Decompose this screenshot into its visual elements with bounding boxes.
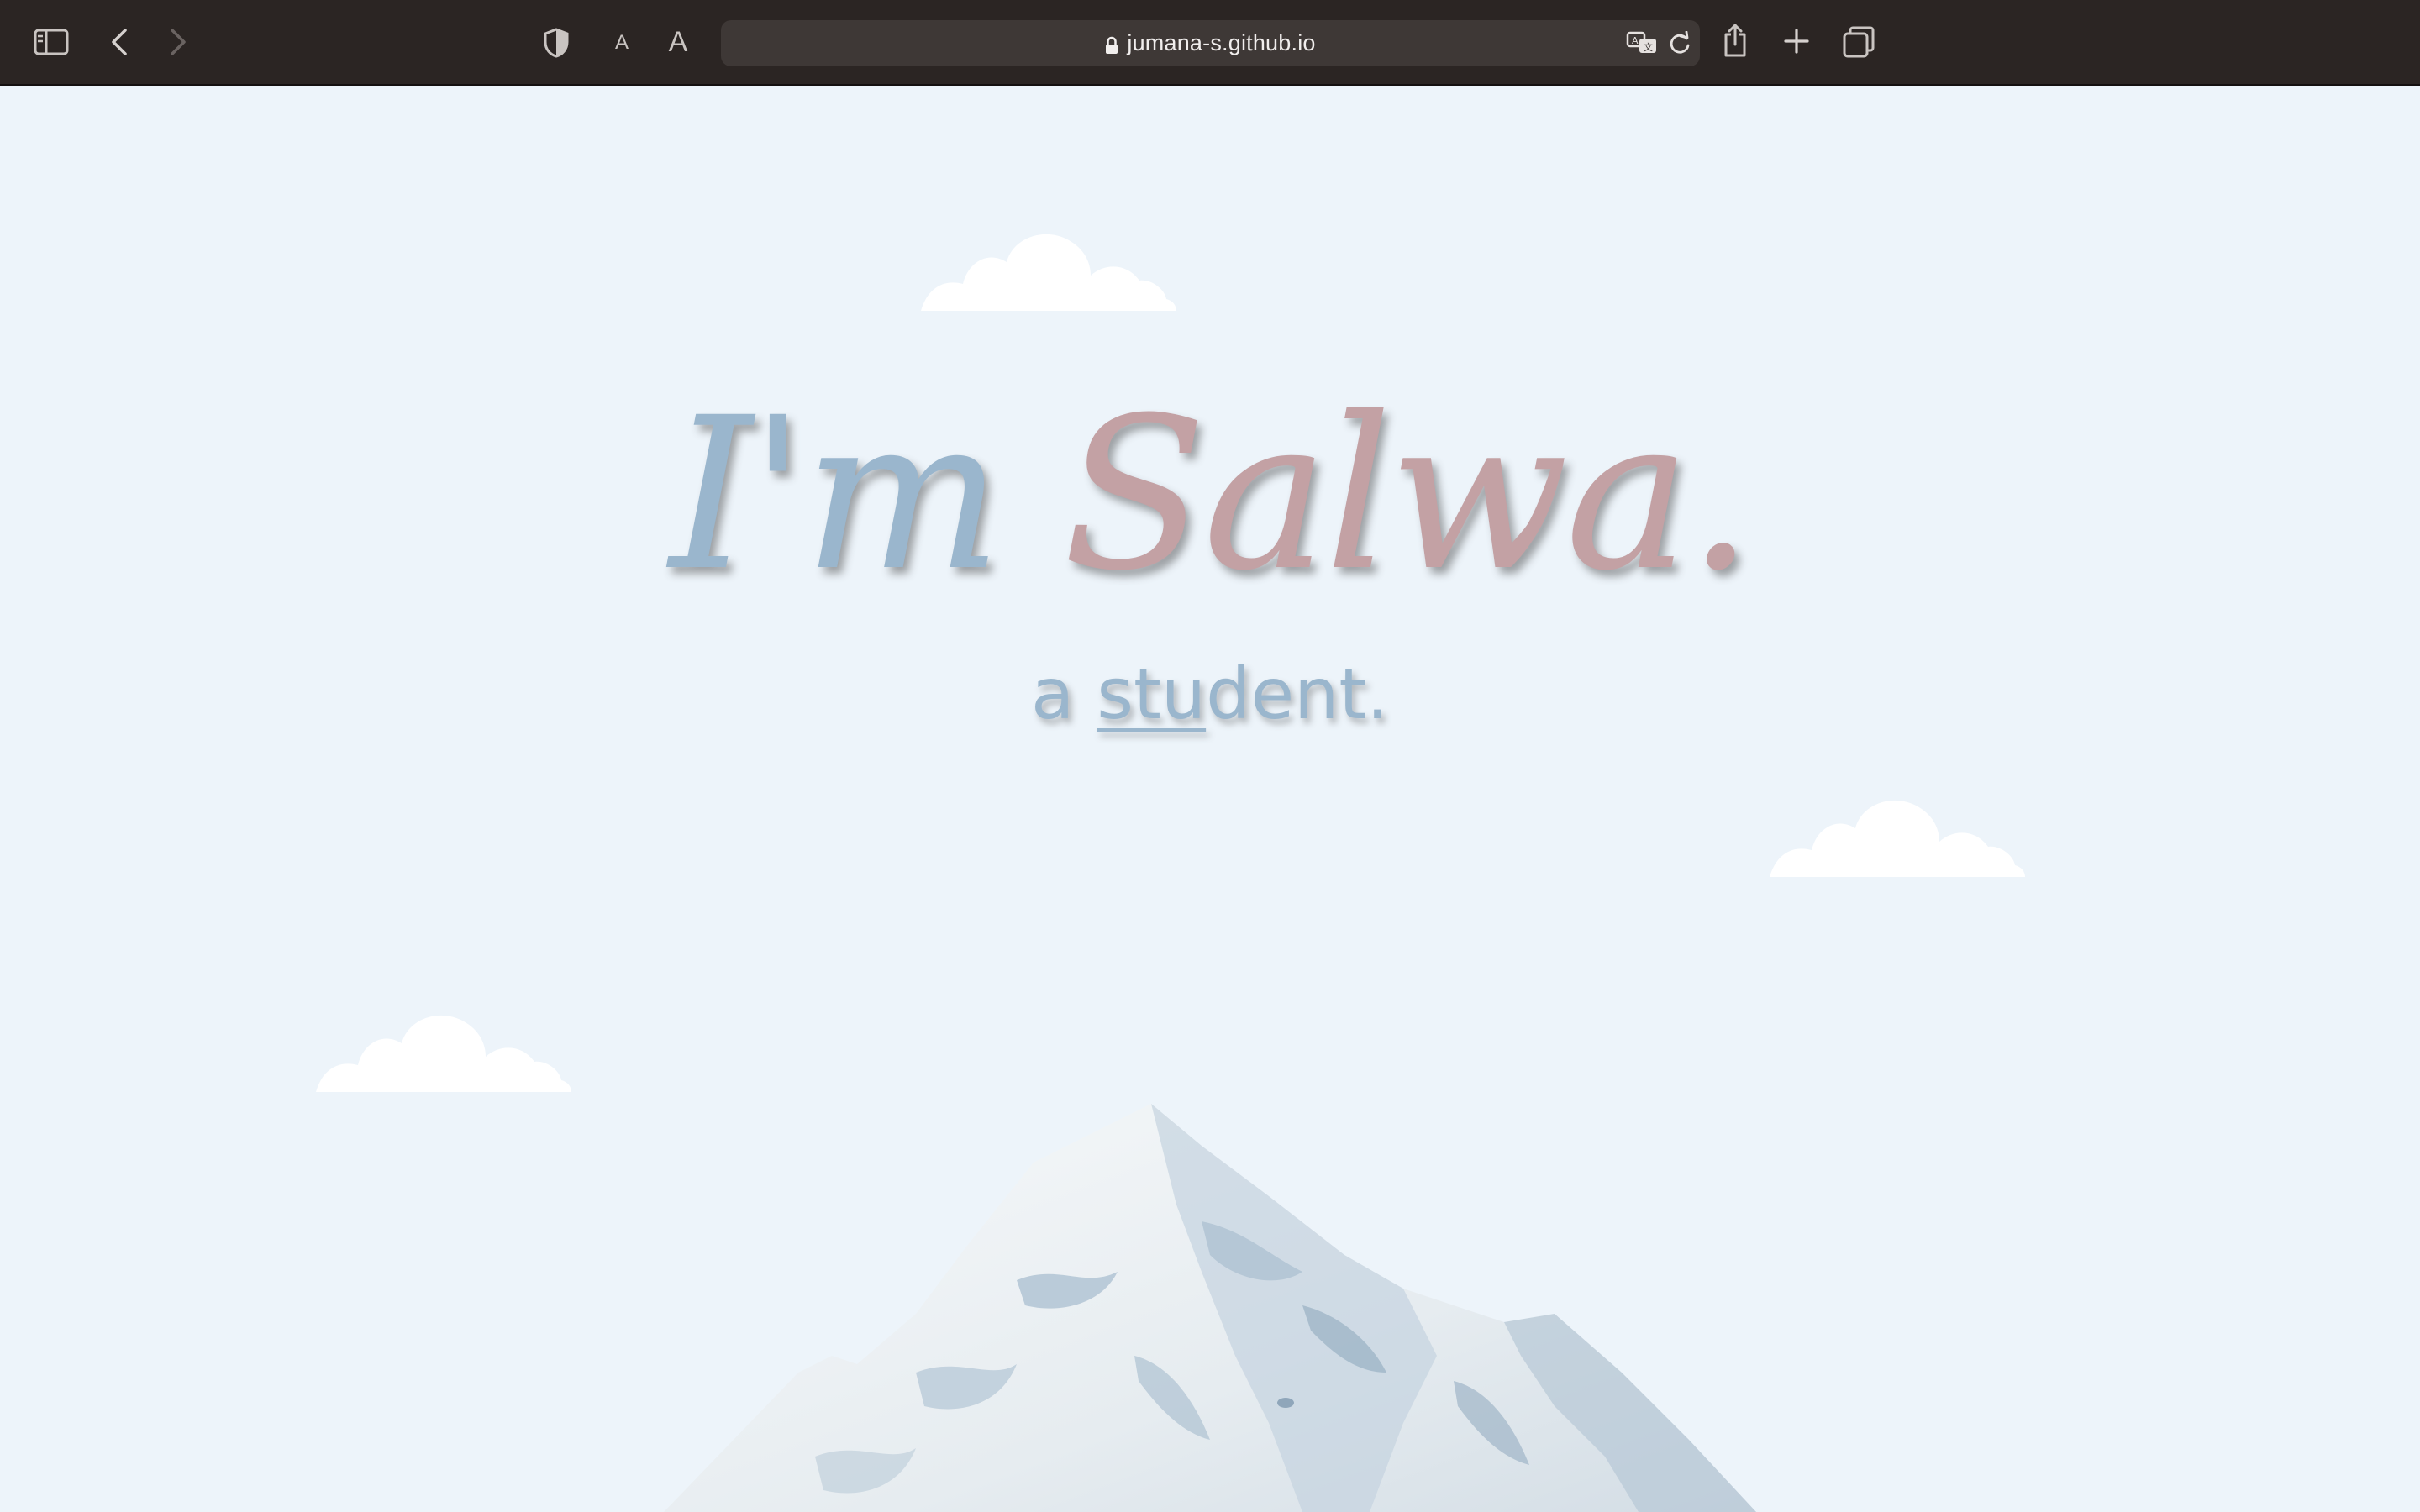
sidebar-icon[interactable] — [34, 27, 69, 57]
translate-icon[interactable]: A 文 — [1625, 29, 1659, 57]
chevron-left-icon — [112, 29, 127, 55]
forward-button[interactable] — [163, 27, 193, 57]
chevron-right-icon — [171, 29, 186, 55]
hero-subline: a student. — [0, 659, 2420, 729]
svg-text:A: A — [1632, 35, 1639, 46]
text-size-larger-button[interactable]: A — [664, 24, 692, 60]
lock-icon — [1105, 34, 1118, 54]
share-icon[interactable] — [1719, 20, 1751, 60]
address-bar[interactable]: jumana-s.github.io A 文 — [721, 20, 1700, 66]
mountain-illustration — [664, 1104, 1756, 1512]
subline-prefix: a — [1031, 653, 1075, 735]
browser-toolbar: A A jumana-s.github.io A 文 — [0, 0, 2420, 86]
text-size-smaller-button[interactable]: A — [610, 27, 634, 59]
shield-icon[interactable] — [541, 27, 571, 59]
back-button[interactable] — [104, 27, 134, 57]
subline-rest: dent. — [1206, 653, 1389, 735]
reload-icon[interactable] — [1665, 29, 1694, 58]
plus-icon[interactable] — [1781, 25, 1812, 57]
hero-headline: I'm Salwa. — [0, 390, 2420, 600]
address-text: jumana-s.github.io — [721, 20, 1700, 66]
url-text: jumana-s.github.io — [1127, 30, 1316, 55]
svg-text:文: 文 — [1644, 41, 1653, 53]
subline-typed: stu — [1097, 653, 1207, 735]
cloud-top — [921, 234, 1176, 311]
cloud-right — [1770, 800, 2025, 877]
cloud-left — [316, 1015, 571, 1092]
headline-name: Salwa. — [1062, 372, 1754, 617]
headline-greeting: I'm — [669, 372, 1003, 617]
tab-overview-icon[interactable] — [1842, 25, 1876, 59]
hero-section: I'm Salwa. a student. — [0, 87, 2420, 1512]
